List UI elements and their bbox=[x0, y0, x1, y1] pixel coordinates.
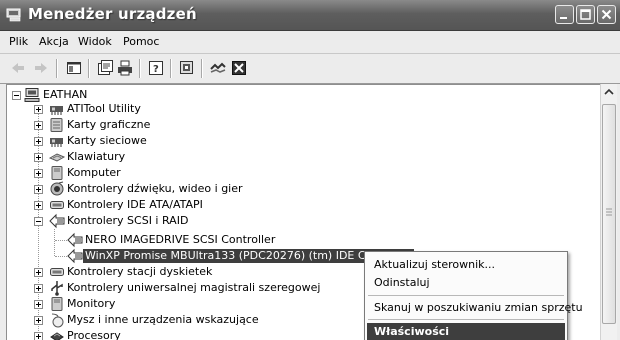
expand-toggle[interactable] bbox=[34, 201, 43, 210]
menu-bar: Plik Akcja Widok Pomoc bbox=[0, 31, 620, 54]
menu-update-driver[interactable]: Aktualizuj sterownik... bbox=[367, 256, 565, 273]
tree-item-label: Kontrolery IDE ATA/ATAPI bbox=[67, 198, 203, 211]
print-icon[interactable] bbox=[117, 60, 133, 76]
menu-separator bbox=[368, 295, 564, 296]
computer-icon bbox=[49, 165, 65, 181]
toolbar-separator bbox=[88, 59, 90, 78]
tree-item-label: Karty sieciowe bbox=[67, 134, 147, 147]
tree-item-label: ATITool Utility bbox=[67, 102, 141, 115]
tree-item-label: NERO IMAGEDRIVE SCSI Controller bbox=[85, 233, 276, 246]
window-title: Menedżer urządzeń bbox=[28, 5, 197, 23]
title-bar[interactable]: Menedżer urządzeń bbox=[0, 0, 620, 31]
expand-toggle[interactable] bbox=[34, 137, 43, 146]
collapse-toggle[interactable] bbox=[34, 217, 43, 226]
tree-line bbox=[55, 240, 67, 241]
scsi-controller-icon bbox=[49, 213, 65, 229]
collapse-root-toggle[interactable] bbox=[12, 91, 21, 100]
update-driver-icon[interactable] bbox=[210, 60, 226, 76]
toolbar: ? bbox=[0, 54, 620, 84]
vertical-scrollbar[interactable] bbox=[600, 84, 617, 340]
scroll-up-arrow-icon[interactable] bbox=[602, 85, 616, 100]
sound-icon bbox=[49, 181, 65, 197]
expand-toggle[interactable] bbox=[34, 153, 43, 162]
menu-akcja[interactable]: Akcja bbox=[39, 35, 69, 48]
menu-widok[interactable]: Widok bbox=[78, 35, 112, 48]
monitor-icon bbox=[49, 296, 65, 312]
tree-item-label: Kontrolery dźwięku, wideo i gier bbox=[67, 182, 243, 195]
forward-icon[interactable] bbox=[33, 60, 49, 76]
expand-toggle[interactable] bbox=[34, 300, 43, 309]
network-card-icon bbox=[49, 133, 65, 149]
keyboard-icon bbox=[48, 149, 66, 165]
mouse-icon bbox=[49, 312, 65, 328]
maximize-button[interactable] bbox=[576, 5, 595, 24]
scroll-thumb[interactable] bbox=[602, 104, 616, 324]
menu-properties[interactable]: Właściwości bbox=[367, 323, 565, 340]
expand-toggle[interactable] bbox=[34, 332, 43, 340]
tree-item-label: Monitory bbox=[67, 297, 116, 310]
usb-icon bbox=[49, 280, 65, 296]
tree-line bbox=[54, 229, 55, 256]
toolbar-separator bbox=[170, 59, 172, 78]
tree-item-label: Klawiatury bbox=[67, 150, 126, 163]
scsi-controller-icon bbox=[67, 232, 83, 248]
menu-uninstall[interactable]: Odinstaluj bbox=[367, 274, 565, 291]
tree-item-label: Komputer bbox=[67, 166, 121, 179]
minimize-button[interactable] bbox=[555, 5, 574, 24]
expand-toggle[interactable] bbox=[34, 169, 43, 178]
expand-toggle[interactable] bbox=[34, 185, 43, 194]
device-manager-icon bbox=[6, 7, 23, 22]
context-menu: Aktualizuj sterownik... Odinstaluj Skanu… bbox=[364, 251, 583, 340]
device-manager-window: Menedżer urządzeń Plik Akcja Widok Pomoc bbox=[0, 0, 620, 340]
expand-toggle[interactable] bbox=[34, 121, 43, 130]
toolbar-separator bbox=[201, 59, 203, 78]
tree-root-label[interactable]: EATHAN bbox=[41, 88, 89, 102]
processor-icon bbox=[49, 328, 65, 340]
network-card-icon bbox=[49, 101, 65, 117]
menu-plik[interactable]: Plik bbox=[9, 35, 28, 48]
uninstall-icon[interactable] bbox=[231, 60, 247, 76]
computer-icon bbox=[24, 87, 40, 103]
menu-scan-hardware[interactable]: Skanuj w poszukiwaniu zmian sprzętu bbox=[367, 299, 583, 316]
tree-item-label: Kontrolery uniwersalnej magistrali szere… bbox=[67, 281, 321, 294]
back-icon[interactable] bbox=[10, 60, 26, 76]
properties-icon[interactable] bbox=[97, 60, 113, 76]
help-icon[interactable]: ? bbox=[148, 60, 164, 76]
expand-toggle[interactable] bbox=[34, 284, 43, 293]
tree-item-label: Kontrolery SCSI i RAID bbox=[67, 214, 189, 227]
console-tree-icon[interactable] bbox=[66, 60, 82, 76]
close-button[interactable] bbox=[597, 5, 616, 24]
svg-text:?: ? bbox=[153, 64, 159, 75]
tree-line bbox=[55, 256, 67, 257]
tree-item-label: Karty graficzne bbox=[67, 118, 151, 131]
floppy-controller-icon bbox=[49, 264, 65, 280]
toolbar-separator bbox=[139, 59, 141, 78]
tree-item-label: Procesory bbox=[67, 329, 121, 340]
menu-separator bbox=[368, 319, 564, 320]
display-adapter-icon bbox=[49, 117, 65, 133]
tree-item-label: Mysz i inne urządzenia wskazujące bbox=[67, 313, 259, 326]
menu-pomoc[interactable]: Pomoc bbox=[123, 35, 159, 48]
toolbar-separator bbox=[56, 59, 58, 78]
expand-toggle[interactable] bbox=[34, 268, 43, 277]
expand-toggle[interactable] bbox=[34, 105, 43, 114]
expand-toggle[interactable] bbox=[34, 316, 43, 325]
scsi-controller-icon bbox=[67, 248, 83, 264]
tree-item-label: Kontrolery stacji dyskietek bbox=[67, 265, 213, 278]
scan-hardware-icon[interactable] bbox=[179, 60, 195, 76]
ide-controller-icon bbox=[49, 197, 65, 213]
